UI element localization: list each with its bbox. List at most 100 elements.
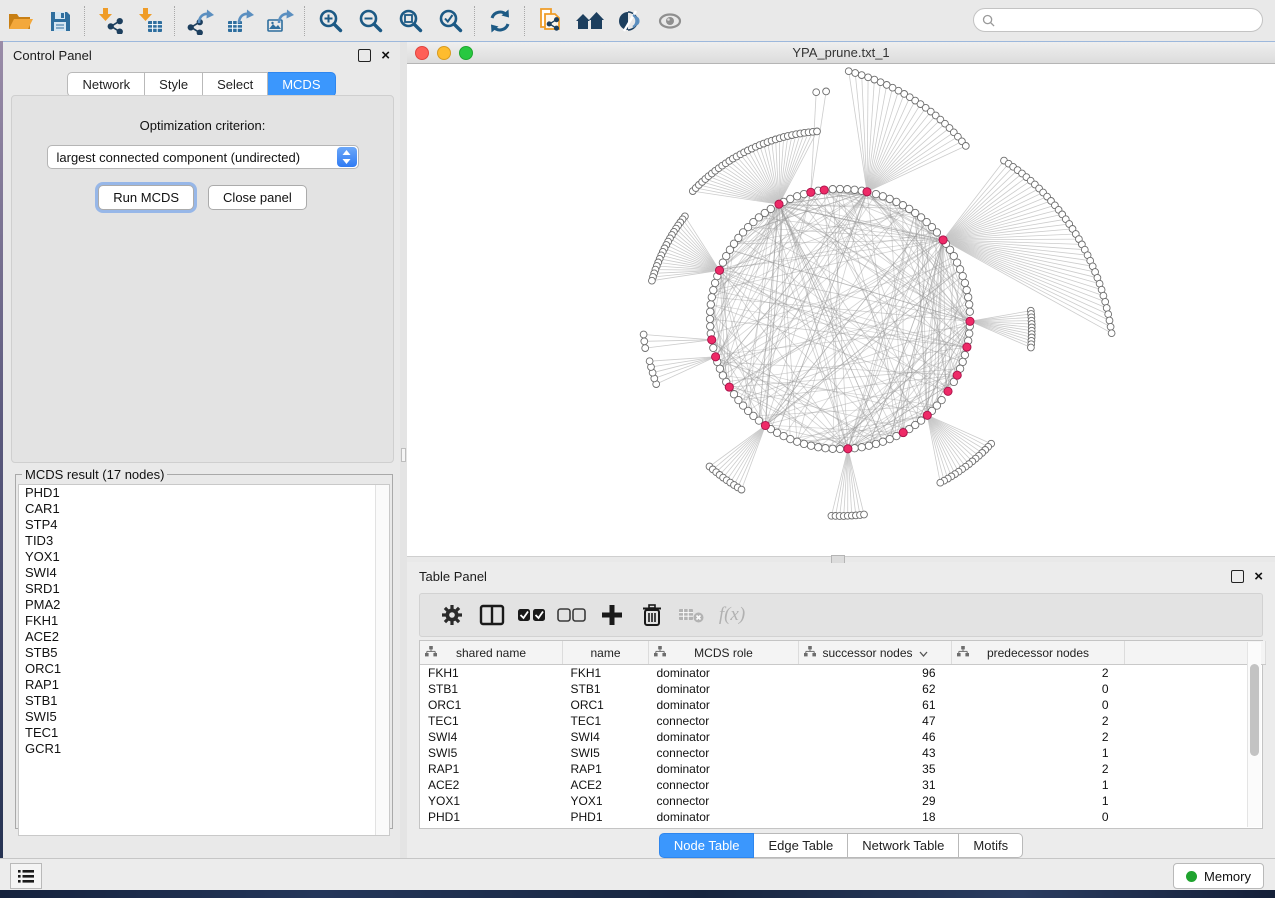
zoom-fit-icon[interactable] — [390, 4, 430, 38]
network-graph[interactable] — [407, 64, 1275, 556]
graph-node[interactable] — [710, 344, 717, 351]
tab-motifs[interactable]: Motifs — [959, 833, 1023, 858]
mcds-result-item[interactable]: YOX1 — [19, 549, 389, 565]
table-row[interactable]: PHD1PHD1dominator180 — [420, 809, 1266, 825]
mcds-result-item[interactable]: SWI5 — [19, 709, 389, 725]
graph-node[interactable] — [961, 351, 968, 358]
memory-button[interactable]: Memory — [1173, 863, 1264, 889]
table-float-window-icon[interactable] — [1231, 570, 1244, 583]
panel-splitter[interactable] — [400, 42, 407, 860]
graph-mcds-hub-node[interactable] — [953, 371, 961, 379]
houses-icon[interactable] — [570, 4, 610, 38]
mcds-result-item[interactable]: STP4 — [19, 517, 389, 533]
graph-node[interactable] — [851, 186, 858, 193]
graph-node[interactable] — [963, 286, 970, 293]
graph-leaf-node[interactable] — [738, 486, 745, 493]
table-row[interactable]: FKH1FKH1dominator962 — [420, 665, 1266, 682]
graph-node[interactable] — [865, 442, 872, 449]
mcds-result-item[interactable]: GCR1 — [19, 741, 389, 757]
tab-select[interactable]: Select — [203, 72, 268, 97]
trash-icon[interactable] — [634, 598, 670, 632]
column-header-shared-name[interactable]: shared name — [420, 641, 563, 665]
mcds-result-item[interactable]: STB5 — [19, 645, 389, 661]
graph-mcds-hub-node[interactable] — [963, 343, 971, 351]
graph-mcds-hub-node[interactable] — [923, 411, 931, 419]
network-window-titlebar[interactable]: YPA_prune.txt_1 — [407, 42, 1275, 64]
graph-leaf-node[interactable] — [1107, 323, 1114, 330]
graph-node[interactable] — [706, 315, 713, 322]
graph-node[interactable] — [793, 438, 800, 445]
export-table-icon[interactable] — [220, 4, 260, 38]
graph-node[interactable] — [767, 205, 774, 212]
graph-mcds-hub-node[interactable] — [939, 236, 947, 244]
mcds-result-list[interactable]: PHD1CAR1STP4TID3YOX1SWI4SRD1PMA2FKH1ACE2… — [18, 484, 390, 836]
graph-node[interactable] — [711, 279, 718, 286]
splitter-handle[interactable] — [401, 448, 406, 462]
graph-node[interactable] — [807, 442, 814, 449]
graph-node[interactable] — [844, 186, 851, 193]
graph-node[interactable] — [933, 229, 940, 236]
mcds-result-item[interactable]: SWI4 — [19, 565, 389, 581]
graph-node[interactable] — [707, 323, 714, 330]
mcds-result-item[interactable]: RAP1 — [19, 677, 389, 693]
clone-network-icon[interactable] — [530, 4, 570, 38]
graph-node[interactable] — [710, 286, 717, 293]
table-row[interactable]: RAP1RAP1dominator352 — [420, 761, 1266, 777]
graph-leaf-node[interactable] — [845, 68, 852, 75]
graphics-details-icon[interactable] — [610, 4, 650, 38]
float-window-icon[interactable] — [358, 49, 371, 62]
graph-node[interactable] — [707, 308, 714, 315]
column-header-successor-nodes[interactable]: successor nodes — [799, 641, 952, 665]
tab-style[interactable]: Style — [145, 72, 203, 97]
graph-leaf-node[interactable] — [937, 479, 944, 486]
export-image-icon[interactable] — [260, 4, 300, 38]
graph-node[interactable] — [793, 193, 800, 200]
table-row[interactable]: YOX1YOX1connector291 — [420, 793, 1266, 809]
graph-leaf-node[interactable] — [1106, 317, 1113, 324]
search-input[interactable] — [1001, 12, 1262, 28]
graph-node[interactable] — [836, 445, 843, 452]
mcds-result-item[interactable]: FKH1 — [19, 613, 389, 629]
graph-node[interactable] — [966, 330, 973, 337]
mcds-result-item[interactable]: CAR1 — [19, 501, 389, 517]
table-row[interactable]: TEC1TEC1connector472 — [420, 713, 1266, 729]
export-network-icon[interactable] — [180, 4, 220, 38]
open-icon[interactable] — [0, 4, 40, 38]
mcds-result-item[interactable]: PMA2 — [19, 597, 389, 613]
mcds-result-item[interactable]: TID3 — [19, 533, 389, 549]
graph-node[interactable] — [956, 266, 963, 273]
unselect-all-icon[interactable] — [554, 598, 590, 632]
graph-node[interactable] — [879, 193, 886, 200]
graph-node[interactable] — [800, 440, 807, 447]
graph-node[interactable] — [829, 186, 836, 193]
split-panel-icon[interactable] — [474, 598, 510, 632]
mcds-result-item[interactable]: ACE2 — [19, 629, 389, 645]
table-row[interactable]: ACE2ACE2connector311 — [420, 777, 1266, 793]
gear-icon[interactable] — [434, 598, 470, 632]
tab-edge-table[interactable]: Edge Table — [754, 833, 848, 858]
graph-node[interactable] — [886, 435, 893, 442]
save-icon[interactable] — [40, 4, 80, 38]
mcds-result-item[interactable]: PHD1 — [19, 485, 389, 501]
graph-leaf-node[interactable] — [823, 88, 830, 95]
graph-leaf-node[interactable] — [1102, 298, 1109, 305]
add-column-icon[interactable] — [594, 598, 630, 632]
table-row[interactable]: SWI5SWI5connector431 — [420, 745, 1266, 761]
graph-mcds-hub-node[interactable] — [899, 429, 907, 437]
zoom-in-icon[interactable] — [310, 4, 350, 38]
graph-leaf-node[interactable] — [646, 358, 653, 365]
select-all-icon[interactable] — [514, 598, 550, 632]
graph-mcds-hub-node[interactable] — [966, 317, 974, 325]
graph-leaf-node[interactable] — [852, 70, 859, 77]
optimization-criterion-dropdown[interactable]: largest connected component (undirected) — [47, 145, 359, 169]
graph-mcds-hub-node[interactable] — [712, 353, 720, 361]
import-network-icon[interactable] — [90, 4, 130, 38]
graph-leaf-node[interactable] — [814, 128, 821, 135]
close-panel-icon[interactable]: × — [381, 50, 390, 61]
graph-node[interactable] — [829, 445, 836, 452]
mcds-result-item[interactable]: ORC1 — [19, 661, 389, 677]
table-row[interactable]: STB1STB1dominator620 — [420, 681, 1266, 697]
graph-node[interactable] — [961, 279, 968, 286]
graph-node[interactable] — [872, 190, 879, 197]
mcds-result-item[interactable]: SRD1 — [19, 581, 389, 597]
